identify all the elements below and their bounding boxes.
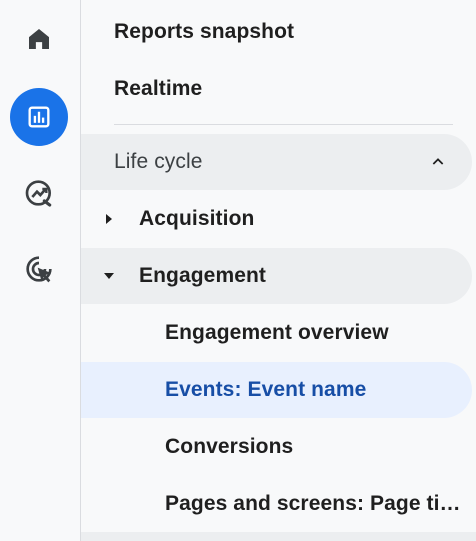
nav-item-events-event-name[interactable]: Events: Event name [81, 362, 472, 418]
section-label: Life cycle [114, 150, 203, 173]
home-button[interactable] [10, 10, 68, 68]
reports-button[interactable] [10, 88, 68, 146]
advertising-icon [26, 256, 52, 283]
nav-group-label: Engagement [139, 264, 267, 287]
caret-down-icon [104, 273, 114, 279]
nav-item-label: Reports snapshot [114, 20, 295, 43]
section-life-cycle[interactable]: Life cycle [81, 134, 472, 190]
explore-icon [25, 180, 52, 207]
nav-item-label: Conversions [165, 435, 294, 458]
advertising-button[interactable] [10, 240, 68, 298]
home-icon [29, 29, 49, 49]
explore-button[interactable] [10, 164, 68, 222]
left-icon-rail [0, 0, 80, 541]
nav-item-label: Events: Event name [165, 378, 367, 401]
nav-item-label: Realtime [114, 77, 203, 100]
nav-item-label: Engagement overview [165, 321, 389, 344]
reports-icon [28, 106, 50, 128]
nav-group-label: Acquisition [139, 207, 255, 230]
reports-nav: Reports snapshot Realtime Life cycle Acq… [81, 0, 476, 541]
caret-right-icon [106, 214, 112, 224]
nav-group-acquisition[interactable]: Acquisition [81, 191, 476, 247]
next-item-edge [81, 532, 476, 541]
nav-group-engagement[interactable]: Engagement [81, 248, 472, 304]
nav-item-conversions[interactable]: Conversions [81, 419, 472, 475]
nav-item-pages-and-screens[interactable]: Pages and screens: Page ti… [81, 476, 472, 532]
nav-item-reports-snapshot[interactable]: Reports snapshot [81, 4, 294, 60]
nav-item-realtime[interactable]: Realtime [81, 61, 202, 117]
nav-item-engagement-overview[interactable]: Engagement overview [81, 305, 472, 361]
nav-divider [114, 124, 453, 125]
nav-item-label: Pages and screens: Page ti… [165, 492, 461, 515]
chevron-up-icon [432, 158, 444, 165]
